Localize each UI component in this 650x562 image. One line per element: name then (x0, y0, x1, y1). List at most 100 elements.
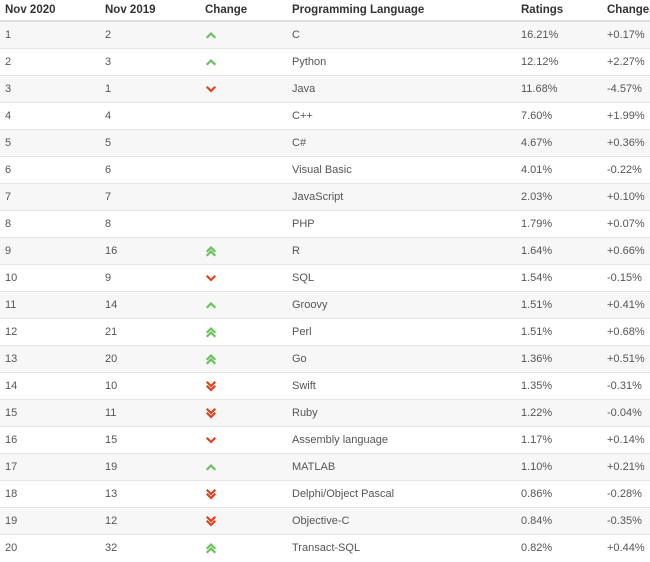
trend-cell (200, 372, 287, 400)
rating-value: 1.54% (516, 264, 602, 292)
language-name[interactable]: C++ (287, 102, 516, 130)
rating-value: 1.17% (516, 426, 602, 454)
rating-change: +0.17% (602, 20, 650, 49)
rank-nov-2019: 3 (100, 48, 200, 76)
trend-cell (200, 183, 287, 211)
trend-cell (200, 129, 287, 157)
language-name[interactable]: C (287, 20, 516, 49)
rank-nov-2019: 9 (100, 264, 200, 292)
trend-cell (200, 534, 287, 561)
language-name[interactable]: C# (287, 129, 516, 157)
rank-nov-2019: 11 (100, 399, 200, 427)
rank-nov-2020: 7 (0, 183, 100, 211)
language-name[interactable]: Visual Basic (287, 156, 516, 184)
trend-cell (200, 453, 287, 481)
table-row: 7 7 JavaScript 2.03% +0.10% (0, 183, 650, 211)
rating-value: 1.10% (516, 453, 602, 481)
rating-value: 16.21% (516, 20, 602, 49)
rating-value: 0.82% (516, 534, 602, 561)
trend-cell (200, 507, 287, 535)
language-name[interactable]: Go (287, 345, 516, 373)
trend-cell (200, 48, 287, 76)
rank-nov-2020: 4 (0, 102, 100, 130)
rank-nov-2019: 8 (100, 210, 200, 238)
rank-nov-2019: 15 (100, 426, 200, 454)
rating-change: +0.51% (602, 345, 650, 373)
table-row: 11 14 Groovy 1.51% +0.41% (0, 291, 650, 319)
language-name[interactable]: SQL (287, 264, 516, 292)
rank-nov-2019: 2 (100, 20, 200, 49)
double-chevron-up-icon (205, 353, 217, 365)
rank-nov-2020: 6 (0, 156, 100, 184)
language-name[interactable]: Perl (287, 318, 516, 346)
trend-cell (200, 20, 287, 49)
rank-nov-2020: 11 (0, 291, 100, 319)
table-row: 2 3 Python 12.12% +2.27% (0, 48, 650, 76)
chevron-down-icon (205, 434, 217, 446)
table-row: 15 11 Ruby 1.22% -0.04% (0, 399, 650, 427)
rank-nov-2019: 4 (100, 102, 200, 130)
rating-value: 0.86% (516, 480, 602, 508)
double-chevron-up-icon (205, 245, 217, 257)
table-row: 13 20 Go 1.36% +0.51% (0, 345, 650, 373)
trend-cell (200, 264, 287, 292)
rating-change: +0.36% (602, 129, 650, 157)
rank-nov-2020: 3 (0, 75, 100, 103)
language-name[interactable]: Assembly language (287, 426, 516, 454)
rank-nov-2020: 12 (0, 318, 100, 346)
language-name[interactable]: Groovy (287, 291, 516, 319)
language-name[interactable]: Delphi/Object Pascal (287, 480, 516, 508)
tiobe-ranking-table: Nov 2020 Nov 2019 Change Programming Lan… (0, 0, 650, 561)
rating-change: -0.04% (602, 399, 650, 427)
language-name[interactable]: Swift (287, 372, 516, 400)
rating-change: -4.57% (602, 75, 650, 103)
header-nov-2020[interactable]: Nov 2020 (0, 0, 100, 22)
table-row: 17 19 MATLAB 1.10% +0.21% (0, 453, 650, 481)
language-name[interactable]: Ruby (287, 399, 516, 427)
rank-nov-2019: 1 (100, 75, 200, 103)
language-name[interactable]: MATLAB (287, 453, 516, 481)
header-programming-language[interactable]: Programming Language (287, 0, 516, 22)
rank-nov-2019: 10 (100, 372, 200, 400)
rating-change: -0.28% (602, 480, 650, 508)
rank-nov-2019: 19 (100, 453, 200, 481)
header-change-percent[interactable]: Change (602, 0, 650, 22)
rating-value: 1.79% (516, 210, 602, 238)
header-ratings[interactable]: Ratings (516, 0, 602, 22)
table-row: 9 16 R 1.64% +0.66% (0, 237, 650, 265)
rank-nov-2019: 16 (100, 237, 200, 265)
table-row: 5 5 C# 4.67% +0.36% (0, 129, 650, 157)
rating-change: +0.68% (602, 318, 650, 346)
language-name[interactable]: JavaScript (287, 183, 516, 211)
language-name[interactable]: R (287, 237, 516, 265)
table-row: 18 13 Delphi/Object Pascal 0.86% -0.28% (0, 480, 650, 508)
rank-nov-2020: 19 (0, 507, 100, 535)
rank-nov-2020: 10 (0, 264, 100, 292)
rating-change: +0.10% (602, 183, 650, 211)
rating-change: +2.27% (602, 48, 650, 76)
rating-change: -0.15% (602, 264, 650, 292)
header-nov-2019[interactable]: Nov 2019 (100, 0, 200, 22)
rank-nov-2019: 14 (100, 291, 200, 319)
language-name[interactable]: Transact-SQL (287, 534, 516, 561)
chevron-up-icon (205, 461, 217, 473)
double-chevron-down-icon (205, 407, 217, 419)
language-name[interactable]: Java (287, 75, 516, 103)
rank-nov-2020: 15 (0, 399, 100, 427)
header-change-trend[interactable]: Change (200, 0, 287, 22)
rank-nov-2020: 1 (0, 20, 100, 49)
chevron-up-icon (205, 299, 217, 311)
rating-value: 7.60% (516, 102, 602, 130)
trend-cell (200, 480, 287, 508)
rating-change: +0.44% (602, 534, 650, 561)
rating-value: 1.36% (516, 345, 602, 373)
trend-cell (200, 210, 287, 238)
language-name[interactable]: Objective-C (287, 507, 516, 535)
rank-nov-2019: 21 (100, 318, 200, 346)
trend-cell (200, 237, 287, 265)
rank-nov-2020: 18 (0, 480, 100, 508)
rating-value: 1.51% (516, 291, 602, 319)
language-name[interactable]: PHP (287, 210, 516, 238)
language-name[interactable]: Python (287, 48, 516, 76)
table-header-row: Nov 2020 Nov 2019 Change Programming Lan… (0, 0, 650, 22)
